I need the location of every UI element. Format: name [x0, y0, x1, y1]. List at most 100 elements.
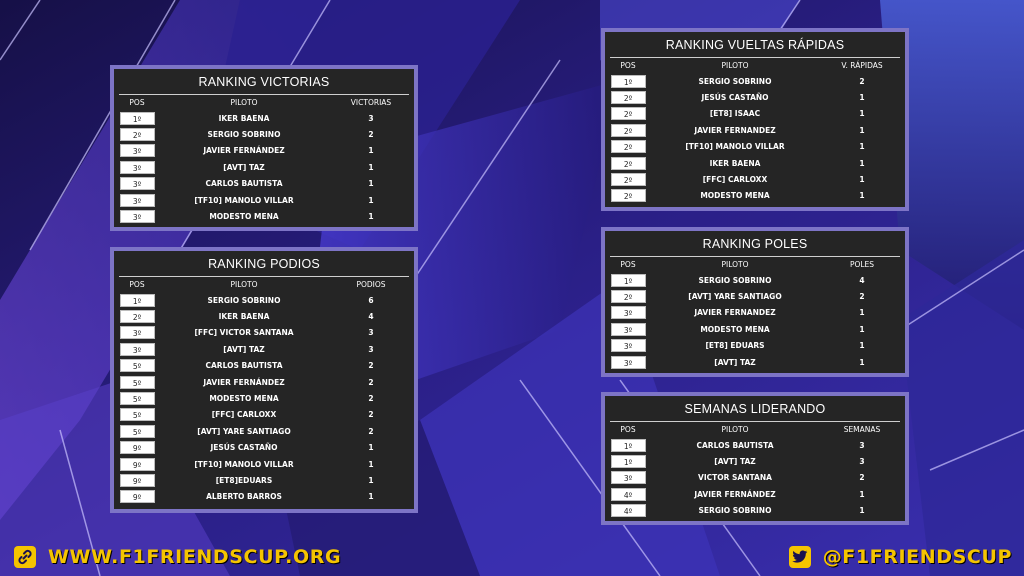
position-badge: 2º [610, 107, 646, 121]
position-badge: 5º [119, 408, 155, 422]
table-body: 1º SERGIO SOBRINO 2 2º JESÚS CASTAÑO 1 2º [ET8]… [605, 73, 905, 204]
table-row: 2º [ET8] ISAAC 1 [605, 106, 905, 122]
pos-cell: 3º [118, 177, 156, 191]
header-piloto: PILOTO [721, 425, 749, 434]
table-row: 3º [TF10] MANOLO VILLAR 1 [114, 192, 414, 208]
position-badge: 3º [119, 160, 155, 174]
position-badge: 5º [119, 424, 155, 438]
table-row: 1º CARLOS BAUTISTA 3 [605, 437, 905, 453]
pos-cell: 2º [609, 140, 647, 154]
position-badge: 1º [610, 455, 646, 469]
pos-cell: 2º [118, 310, 156, 324]
stat-value: 1 [859, 158, 865, 168]
pos-cell: 9º [118, 490, 156, 504]
driver-name: VICTOR SANTANA [698, 473, 772, 483]
stat-value: 1 [859, 93, 865, 103]
table-row: 2º SERGIO SOBRINO 2 [114, 126, 414, 142]
header-pos: POS [129, 98, 145, 107]
position-badge: 9º [119, 473, 155, 487]
table-row: 9º [TF10] MANOLO VILLAR 1 [114, 456, 414, 472]
stat-value: 1 [859, 125, 865, 135]
pos-cell: 4º [609, 504, 647, 518]
pos-cell: 5º [118, 408, 156, 422]
website-link[interactable]: WWW.F1FRIENDSCUP.ORG [14, 546, 341, 568]
driver-name: MODESTO MENA [209, 394, 279, 404]
table-row: 5º CARLOS BAUTISTA 2 [114, 358, 414, 374]
pos-cell: 3º [118, 342, 156, 356]
driver-name: JESÚS CASTAÑO [210, 443, 278, 453]
position-badge: 2º [610, 91, 646, 105]
pos-cell: 1º [609, 273, 647, 287]
pos-cell: 9º [118, 473, 156, 487]
stat-value: 1 [368, 459, 374, 469]
table-body: 1º SERGIO SOBRINO 6 2º IKER BAENA 4 3º [FFC] VI… [114, 292, 414, 505]
position-badge: 1º [119, 111, 155, 125]
driver-name: SERGIO SOBRINO [698, 506, 772, 516]
stat-value: 1 [859, 324, 865, 334]
ranking-vueltas-rapidas-panel: RANKING VUELTAS RÁPIDAS POS PILOTO V. RÁ… [601, 28, 909, 211]
position-badge: 3º [610, 322, 646, 336]
driver-name: IKER BAENA [218, 312, 270, 322]
driver-name: MODESTO MENA [700, 191, 770, 201]
stat-value: 3 [859, 440, 865, 450]
pos-cell: 2º [609, 189, 647, 203]
pos-cell: 3º [118, 193, 156, 207]
table-row: 3º [ET8] EDUARS 1 [605, 338, 905, 354]
driver-name: [ET8] ISAAC [709, 109, 761, 119]
stat-value: 1 [368, 475, 374, 485]
pos-cell: 9º [118, 441, 156, 455]
driver-name: [AVT] TAZ [714, 457, 756, 467]
header-pos: POS [129, 280, 145, 289]
pos-cell: 1º [609, 438, 647, 452]
position-badge: 2º [610, 140, 646, 154]
stat-value: 4 [859, 275, 865, 285]
table-row: 1º SERGIO SOBRINO 4 [605, 272, 905, 288]
header-semanas: SEMANAS [843, 425, 881, 434]
pos-cell: 1º [609, 455, 647, 469]
stat-value: 2 [859, 292, 865, 302]
header-poles: POLES [849, 260, 875, 269]
table-header: POS PILOTO VICTORIAS [114, 95, 414, 110]
table-row: 3º CARLOS BAUTISTA 1 [114, 176, 414, 192]
stat-value: 1 [859, 489, 865, 499]
driver-name: CARLOS BAUTISTA [205, 179, 283, 189]
header-piloto: PILOTO [721, 61, 749, 70]
header-podios: PODIOS [356, 280, 386, 289]
position-badge: 3º [610, 355, 646, 369]
stat-value: 2 [859, 76, 865, 86]
table-row: 3º [AVT] TAZ 3 [114, 341, 414, 357]
driver-name: MODESTO MENA [209, 212, 279, 222]
table-body: 1º IKER BAENA 3 2º SERGIO SOBRINO 2 3º JAVIER F… [114, 110, 414, 225]
table-body: 1º SERGIO SOBRINO 4 2º [AVT] YARE SANTIAGO 2 3… [605, 272, 905, 370]
table-row: 1º SERGIO SOBRINO 2 [605, 73, 905, 89]
table-row: 2º [FFC] CARLOXX 1 [605, 171, 905, 187]
stat-value: 1 [859, 109, 865, 119]
stat-value: 2 [368, 394, 374, 404]
pos-cell: 3º [609, 306, 647, 320]
stat-value: 3 [368, 344, 374, 354]
pos-cell: 3º [609, 355, 647, 369]
link-icon [14, 546, 36, 568]
position-badge: 9º [119, 457, 155, 471]
stat-value: 1 [368, 162, 374, 172]
stat-value: 3 [368, 328, 374, 338]
twitter-handle[interactable]: @F1FRIENDSCUP [788, 546, 1012, 568]
pos-cell: 5º [118, 424, 156, 438]
driver-name: IKER BAENA [709, 158, 761, 168]
table-row: 3º VICTOR SANTANA 2 [605, 470, 905, 486]
stat-value: 2 [368, 130, 374, 140]
table-header: POS PILOTO SEMANAS [605, 422, 905, 437]
position-badge: 2º [610, 290, 646, 304]
driver-name: SERGIO SOBRINO [207, 130, 281, 140]
driver-name: SERGIO SOBRINO [207, 295, 281, 305]
table-row: 1º [AVT] TAZ 3 [605, 453, 905, 469]
driver-name: [TF10] MANOLO VILLAR [685, 142, 785, 152]
stat-value: 2 [368, 410, 374, 420]
pos-cell: 3º [118, 326, 156, 340]
table-row: 5º [AVT] YARE SANTIAGO 2 [114, 423, 414, 439]
table-body: 1º CARLOS BAUTISTA 3 1º [AVT] TAZ 3 3º VICTOR S… [605, 437, 905, 519]
pos-cell: 2º [118, 128, 156, 142]
stat-value: 1 [859, 341, 865, 351]
driver-name: JESÚS CASTAÑO [701, 93, 769, 103]
header-v-rapidas: V. RÁPIDAS [841, 61, 883, 70]
